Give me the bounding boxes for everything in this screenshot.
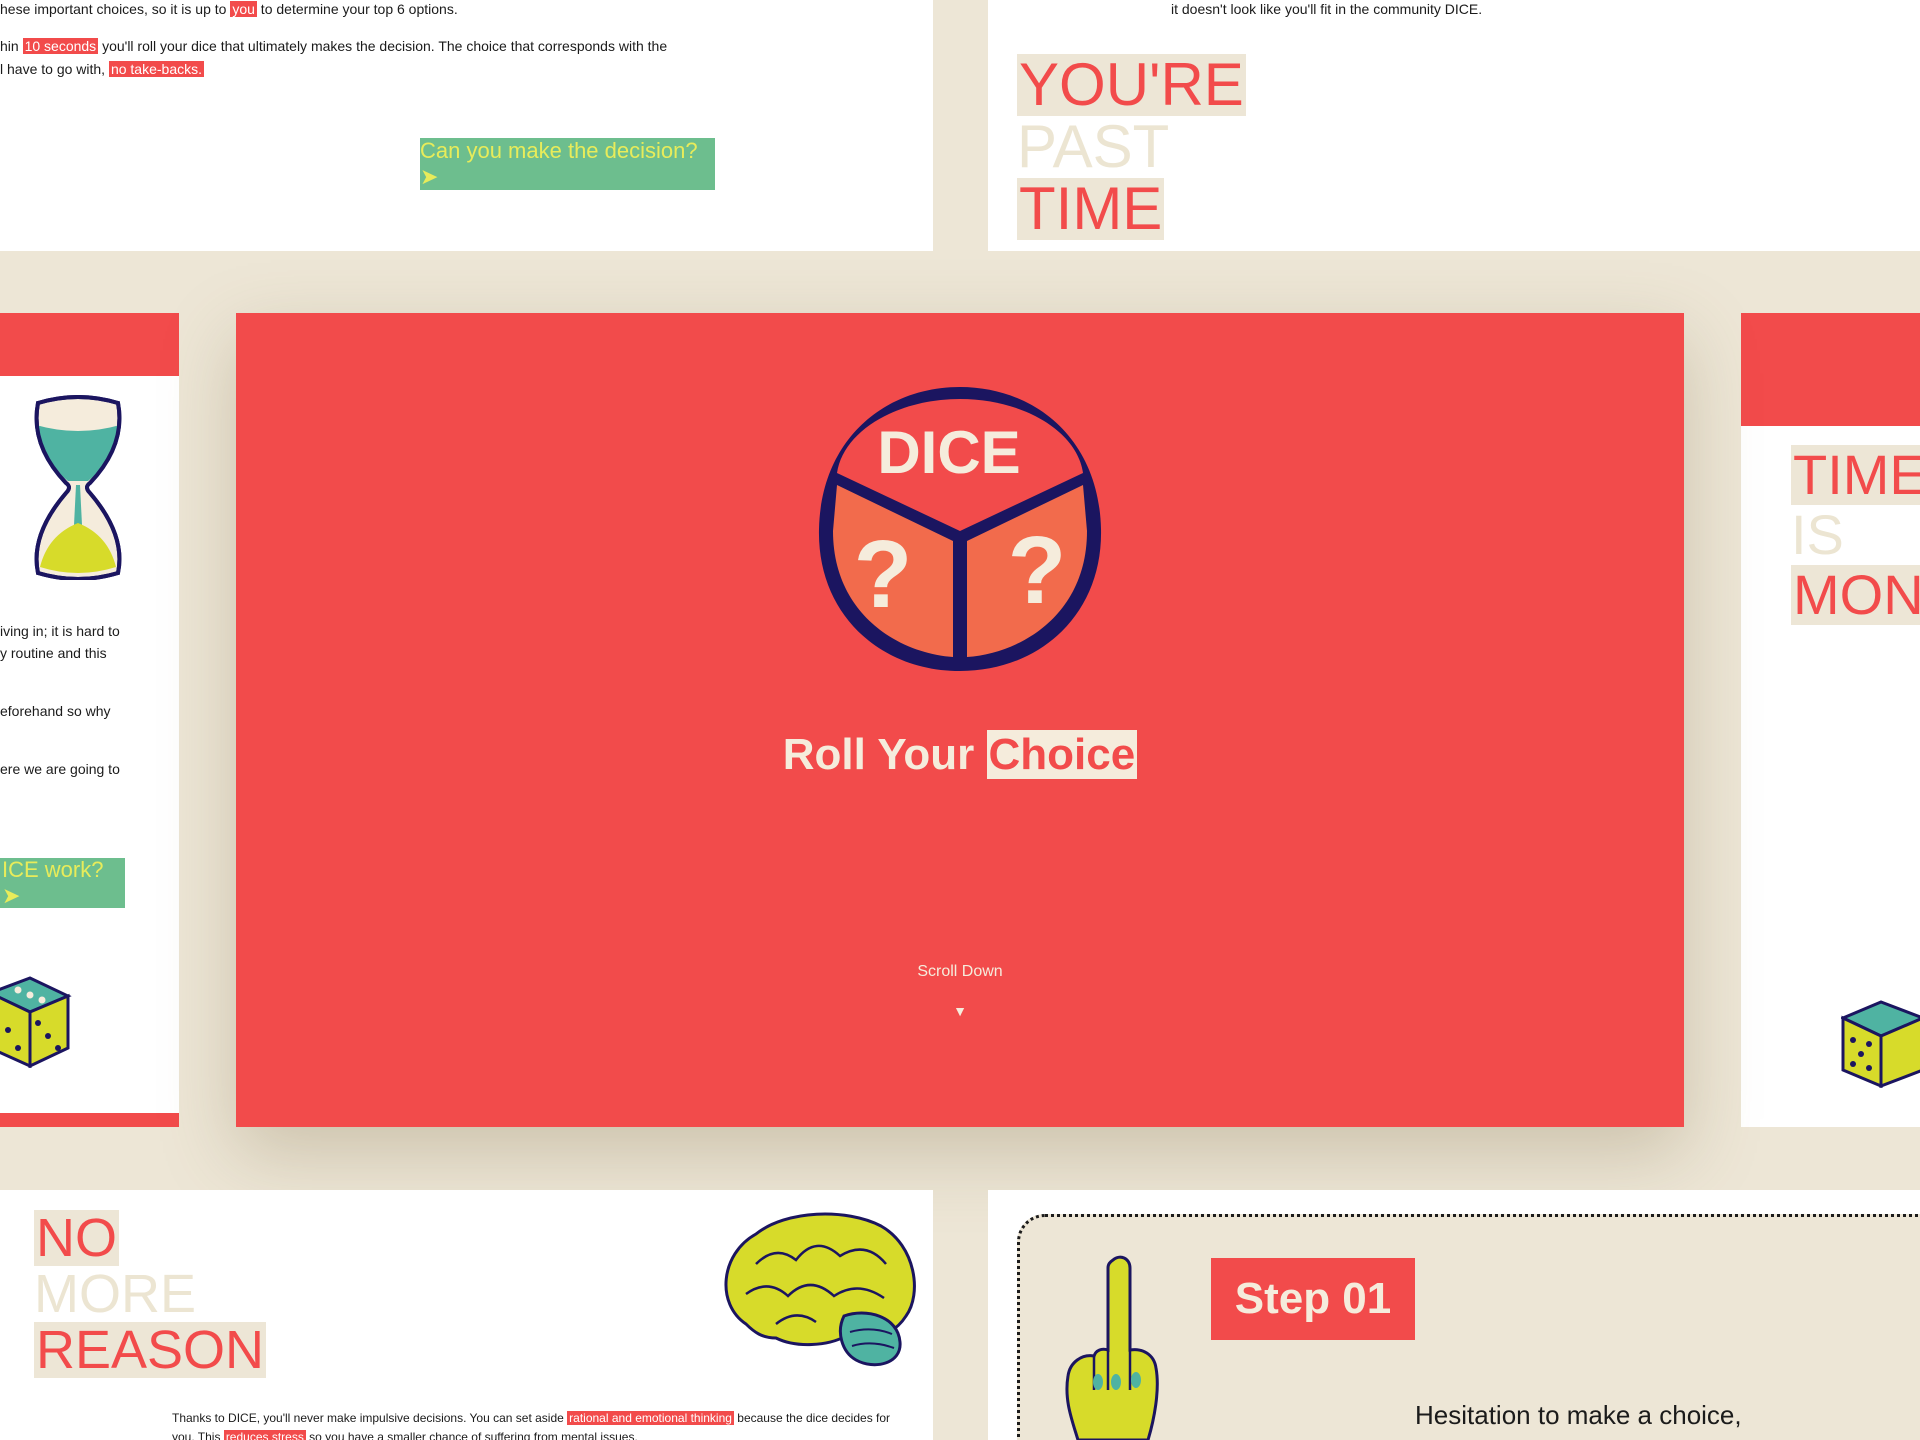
- hero-card: DICE ? ? Roll Your Choice Scroll Down ▼: [236, 313, 1684, 1127]
- reason-paragraph-line-1: Thanks to DICE, you'll never make impuls…: [172, 1411, 891, 1425]
- intro-line-2: hin 10 seconds you'll roll your dice tha…: [0, 38, 668, 54]
- left-line-2: y routine and this: [0, 645, 107, 661]
- pointing-hand-icon: [1065, 1255, 1159, 1440]
- intro-line-3: l have to go with, no take-backs.: [0, 61, 205, 77]
- dice-left-question-glyph: ?: [854, 521, 913, 628]
- highlight-no-take-backs: no take-backs.: [108, 61, 205, 77]
- intro-line-1: hese important choices, so it is up to y…: [0, 1, 458, 17]
- youre-past-time-heading: YOU'RE PAST TIME: [1017, 51, 1246, 242]
- highlight-you: you: [230, 1, 257, 17]
- dice-logo-text: DICE: [877, 419, 1020, 486]
- hourglass-icon: [34, 395, 122, 580]
- dice-right-question-glyph: ?: [1008, 517, 1067, 624]
- hero-title: Roll Your Choice: [236, 723, 1684, 787]
- time-is-money-heading: TIME IS MON: [1791, 445, 1920, 625]
- left-card-header-bar: [0, 313, 179, 376]
- top-right-card: it doesn't look like you'll fit in the c…: [988, 0, 1920, 251]
- community-line: it doesn't look like you'll fit in the c…: [1171, 1, 1483, 17]
- bottom-left-card: NO MORE REASON Thanks to DICE, you'll ne…: [0, 1190, 933, 1440]
- left-card: iving in; it is hard to y routine and th…: [0, 313, 179, 1127]
- hero-title-highlight: Choice: [986, 730, 1138, 779]
- right-card: TIME IS MON: [1741, 313, 1920, 1127]
- hero-title-plain: Roll Your: [782, 730, 975, 779]
- left-line-4: ere we are going to: [0, 761, 120, 777]
- brain-icon: [724, 1212, 916, 1367]
- left-line-3: eforehand so why: [0, 703, 111, 719]
- make-decision-button[interactable]: Can you make the decision? ➤: [420, 138, 715, 190]
- top-left-card: hese important choices, so it is up to y…: [0, 0, 933, 251]
- left-line-1: iving in; it is hard to: [0, 623, 120, 639]
- step-description: Hesitation to make a choice,: [1415, 1400, 1742, 1430]
- left-card-footer-bar: [0, 1113, 179, 1127]
- highlight-10-seconds: 10 seconds: [22, 38, 99, 54]
- step-label: Step 01: [1211, 1258, 1415, 1340]
- how-dice-work-button[interactable]: ICE work? ➤: [0, 857, 125, 908]
- no-more-reason-heading: NO MORE REASON: [34, 1208, 267, 1380]
- right-card-header-bar: [1741, 313, 1920, 426]
- bottom-right-card: Step 01 Hesitation to make a choice,: [988, 1190, 1920, 1440]
- scroll-down-label[interactable]: Scroll Down: [236, 963, 1684, 981]
- dice-logo: DICE ? ?: [818, 387, 1102, 671]
- scroll-down-arrow-icon[interactable]: ▼: [236, 1003, 1684, 1019]
- dice-icon-right: [1841, 1000, 1920, 1088]
- dice-icon: [0, 976, 72, 1068]
- reason-paragraph-line-2: you. This reduces stress so you have a s…: [172, 1429, 638, 1440]
